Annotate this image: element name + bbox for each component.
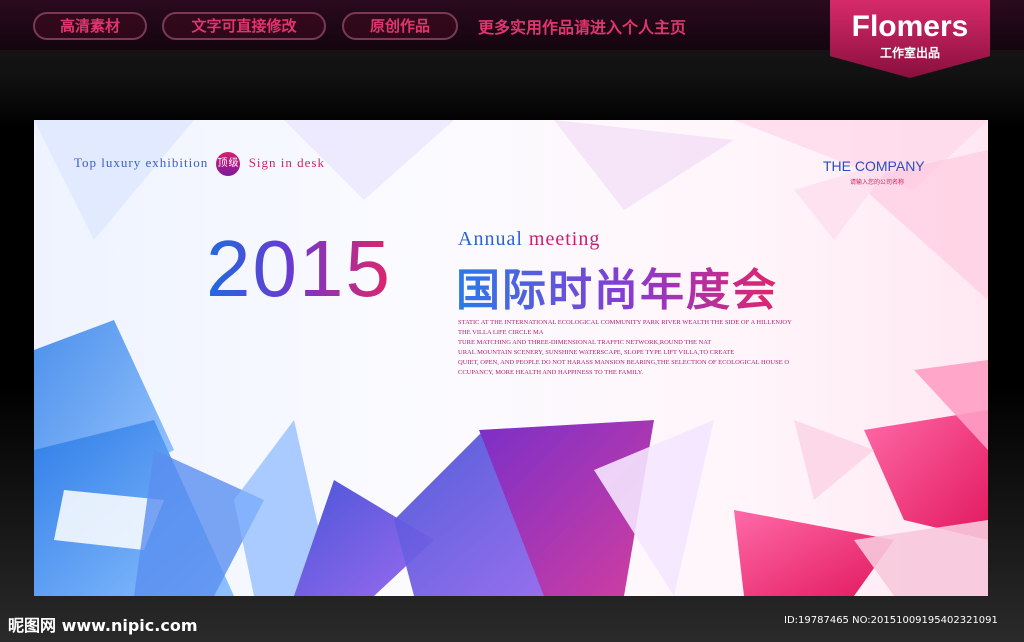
company-name: THE COMPANY	[823, 158, 925, 174]
pill-original-work[interactable]: 原创作品	[342, 12, 458, 40]
year-headline: 2015	[206, 224, 392, 313]
body-line-5: QUIET, OPEN, AND PEOPLE DO NOT HARASS MA…	[458, 359, 790, 366]
id-watermark: ID:19787465 NO:20151009195402321091	[784, 615, 998, 626]
promo-link[interactable]: 更多实用作品请进入个人主页	[478, 14, 686, 38]
chinese-title: 国际时尚年度会	[456, 254, 778, 318]
badge-subtitle: 工作室出品	[879, 46, 940, 60]
tagline-pre: Top luxury exhibition	[74, 154, 209, 170]
company-subtitle: 请输入您的公司名称	[850, 179, 905, 186]
pill-editable-text[interactable]: 文字可直接修改	[162, 12, 326, 40]
body-line-3: TURE MATCHING AND THREE-DIMENSIONAL TRAF…	[458, 339, 712, 346]
body-line-4: URAL MOUNTAIN SCENERY, SUNSHINE WATERSCA…	[458, 349, 735, 356]
annual-word: Annual	[458, 228, 523, 250]
body-line-6: CCUPANCY, MORE HEALTH AND HAPPINESS TO T…	[458, 369, 644, 376]
studio-badge[interactable]: Flomers 工作室出品	[830, 0, 990, 78]
poster-image: Top luxury exhibition 顶级 Sign in desk TH…	[34, 120, 988, 596]
pill-hd-material[interactable]: 高清素材	[33, 12, 147, 40]
body-line-1: STATIC AT THE INTERNATIONAL ECOLOGICAL C…	[458, 319, 792, 326]
body-line-2: THE VILLA LIFE CIRCLE MA	[458, 329, 544, 336]
tagline: Top luxury exhibition 顶级 Sign in desk	[74, 152, 325, 176]
meeting-word: meeting	[528, 228, 601, 250]
tagline-badge: 顶级	[216, 152, 241, 176]
tagline-post: Sign in desk	[248, 154, 325, 170]
badge-title: Flomers	[851, 10, 969, 43]
annual-meeting-heading: Annual meeting	[458, 228, 600, 251]
site-watermark: 昵图网 www.nipic.com	[8, 616, 198, 635]
